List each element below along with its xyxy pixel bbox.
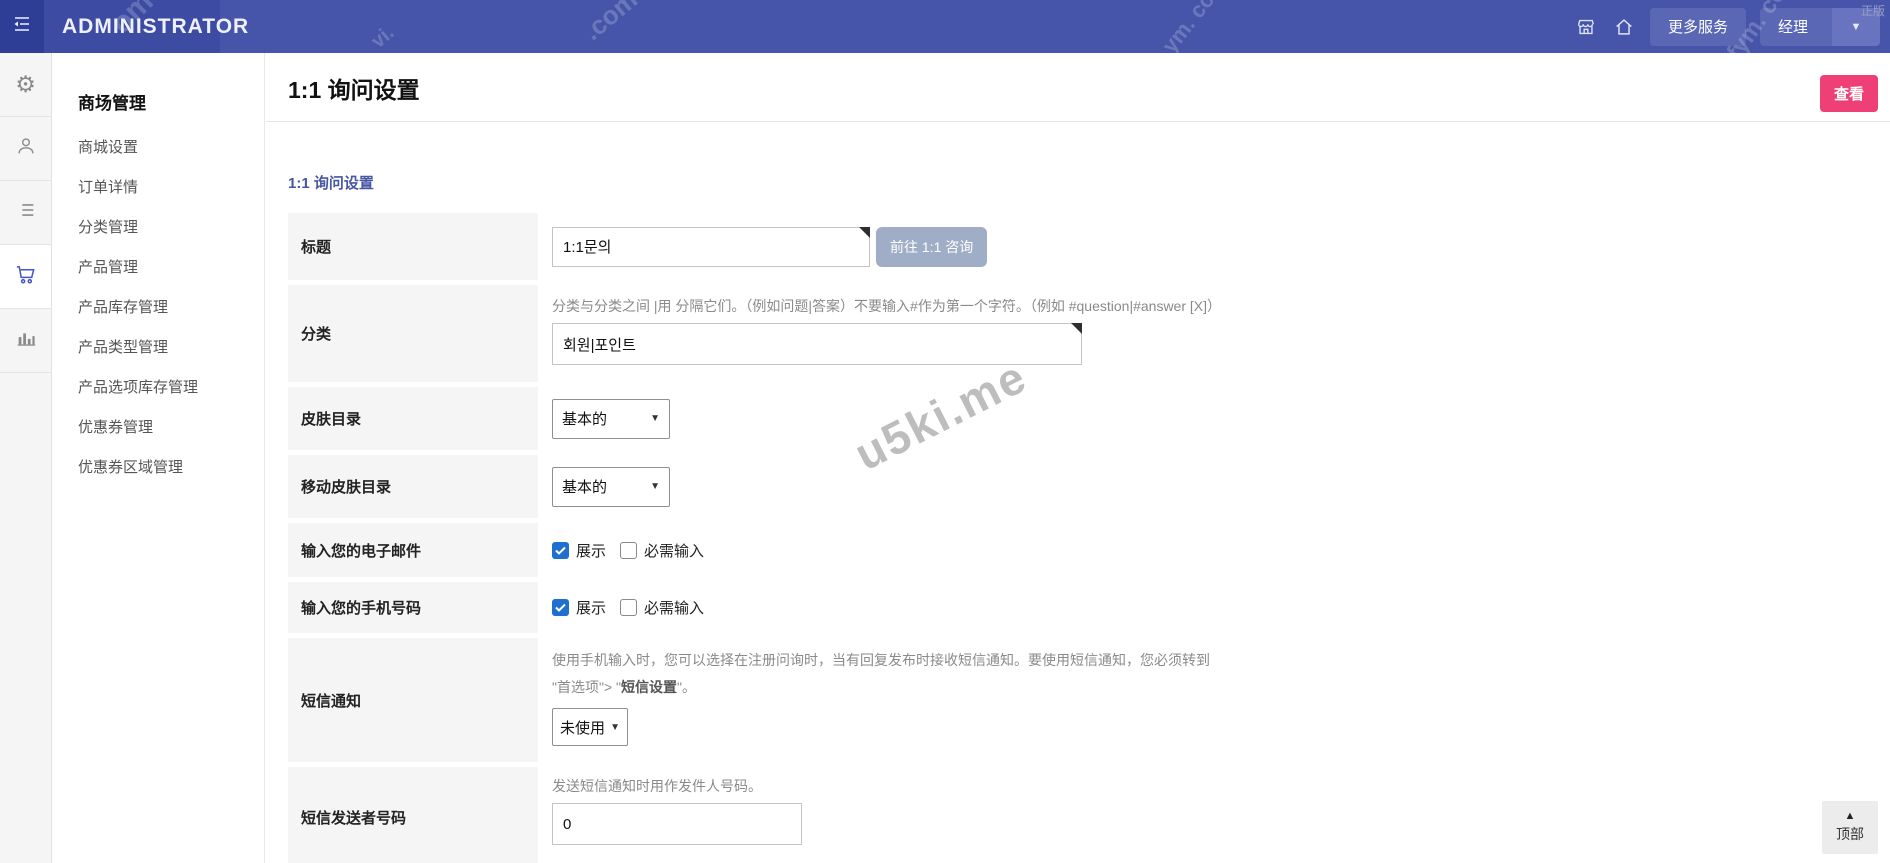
sidebar-toggle-button[interactable] [0,0,44,53]
sms-hint-prefix: "首选项"> " [552,679,621,695]
content-header: 1:1 询问设置 查看 [266,53,1890,122]
sidebar-item-product-stock[interactable]: 产品库存管理 [78,296,264,317]
sidebar-section-title: 商场管理 [78,89,264,114]
category-input-wrap [552,323,1082,365]
sms-sender-input[interactable] [552,803,802,845]
manager-label: 经理 [1760,8,1832,46]
title-input-wrap [552,227,870,267]
more-services-button[interactable]: 更多服务 [1650,8,1746,46]
settings-form: 标题 前往 1:1 咨询 分类 分类与分类之间 |用 分隔它们。（例如问题|答案… [288,213,1877,863]
sidebar: 商场管理 商城设置 订单详情 分类管理 产品管理 产品库存管理 产品类型管理 产… [52,53,265,863]
bar-chart-icon [15,327,37,354]
main-content: 1:1 询问设置 查看 1:1 询问设置 标题 前往 1:1 咨询 分类 分类与… [266,53,1890,863]
mobile-skin-row: 移动皮肤目录 基本的 ▼ [288,455,1877,518]
mobile-skin-select-value: 基本的 [562,476,607,497]
chevron-down-icon: ▼ [650,413,660,424]
sms-select-value: 未使用 [560,717,605,738]
sidebar-item-product-management[interactable]: 产品管理 [78,256,264,277]
shopping-cart-icon [14,263,37,291]
phone-row: 输入您的手机号码 展示 必需输入 [288,582,1877,633]
email-required-checkbox[interactable] [620,542,637,559]
category-hint: 分类与分类之间 |用 分隔它们。（例如问题|答案）不要输入#作为第一个字符。（例… [552,297,1221,316]
gear-icon: ⚙ [15,73,36,96]
back-to-top-button[interactable]: ▲ 顶部 [1822,801,1878,854]
translated-corner-marker [859,227,870,238]
sidebar-item-coupon-zone[interactable]: 优惠券区域管理 [78,456,264,477]
rail-item-stats[interactable] [0,309,51,373]
sidebar-item-product-option-stock[interactable]: 产品选项库存管理 [78,376,264,397]
app-logo[interactable]: ADMINISTRATOR [44,0,220,53]
outdent-menu-icon [10,12,34,41]
email-required-label: 必需输入 [644,540,704,561]
phone-label: 输入您的手机号码 [288,582,538,633]
app-logo-text: ADMINISTRATOR [62,15,249,39]
sms-sender-row: 短信发送者号码 发送短信通知时用作发件人号码。 [288,767,1877,863]
mobile-skin-label: 移动皮肤目录 [288,455,538,518]
back-to-top-label: 顶部 [1836,824,1864,844]
watermark-corner: 正版 [1861,2,1885,19]
email-row: 输入您的电子邮件 展示 必需输入 [288,523,1877,577]
title-row: 标题 前往 1:1 咨询 [288,213,1877,280]
phone-show-checkbox[interactable] [552,599,569,616]
rail-item-board[interactable] [0,181,51,245]
email-show-checkbox[interactable] [552,542,569,559]
icon-rail: ⚙ [0,53,52,863]
skin-select[interactable]: 基本的 ▼ [552,399,670,439]
title-label: 标题 [288,213,538,280]
rail-item-settings[interactable]: ⚙ [0,53,51,117]
sms-sender-hint: 发送短信通知时用作发件人号码。 [552,777,762,796]
storefront-icon[interactable] [1574,15,1598,39]
sms-hint-suffix: "。 [677,679,696,695]
chevron-down-icon: ▼ [650,481,660,492]
topbar: ADMINISTRATOR 更多服务 经理 ▼ [0,0,1890,53]
view-button[interactable]: 查看 [1820,75,1878,112]
sms-row: 短信通知 使用手机输入时，您可以选择在注册问询时，当有回复发布时接收短信通知。要… [288,638,1877,762]
sms-hint-line2: "首选项"> "短信设置"。 [552,678,696,697]
title-input[interactable] [552,227,870,267]
translated-corner-marker [1071,323,1082,334]
skin-row: 皮肤目录 基本的 ▼ [288,387,1877,450]
rail-item-shop[interactable] [0,245,51,309]
form-section-title: 1:1 询问设置 [288,172,1890,193]
person-icon [15,135,37,162]
sms-label: 短信通知 [288,638,538,762]
phone-required-checkbox[interactable] [620,599,637,616]
email-show-label: 展示 [576,540,606,561]
category-input[interactable] [552,323,1082,365]
go-to-inquiry-button[interactable]: 前往 1:1 咨询 [876,227,987,267]
sidebar-item-product-type[interactable]: 产品类型管理 [78,336,264,357]
chevron-down-icon: ▼ [610,722,620,733]
skin-select-value: 基本的 [562,408,607,429]
category-label: 分类 [288,285,538,382]
mobile-skin-select[interactable]: 基本的 ▼ [552,467,670,507]
sidebar-item-shop-settings[interactable]: 商城设置 [78,136,264,157]
skin-label: 皮肤目录 [288,387,538,450]
topbar-actions: 更多服务 经理 ▼ [1574,0,1890,53]
category-row: 分类 分类与分类之间 |用 分隔它们。（例如问题|答案）不要输入#作为第一个字符… [288,285,1877,382]
phone-show-label: 展示 [576,597,606,618]
email-label: 输入您的电子邮件 [288,523,538,577]
sidebar-item-order-details[interactable]: 订单详情 [78,176,264,197]
sms-hint-line1: 使用手机输入时，您可以选择在注册问询时，当有回复发布时接收短信通知。要使用短信通… [552,651,1210,670]
sms-select[interactable]: 未使用 ▼ [552,708,628,746]
sms-sender-label: 短信发送者号码 [288,767,538,863]
arrow-up-icon: ▲ [1845,811,1856,821]
sidebar-item-coupon-management[interactable]: 优惠券管理 [78,416,264,437]
phone-required-label: 必需输入 [644,597,704,618]
rail-item-members[interactable] [0,117,51,181]
home-icon[interactable] [1612,15,1636,39]
sms-hint-bold: 短信设置 [621,679,677,695]
page-title: 1:1 询问设置 [288,71,420,105]
list-icon [15,199,37,226]
sidebar-item-category-management[interactable]: 分类管理 [78,216,264,237]
